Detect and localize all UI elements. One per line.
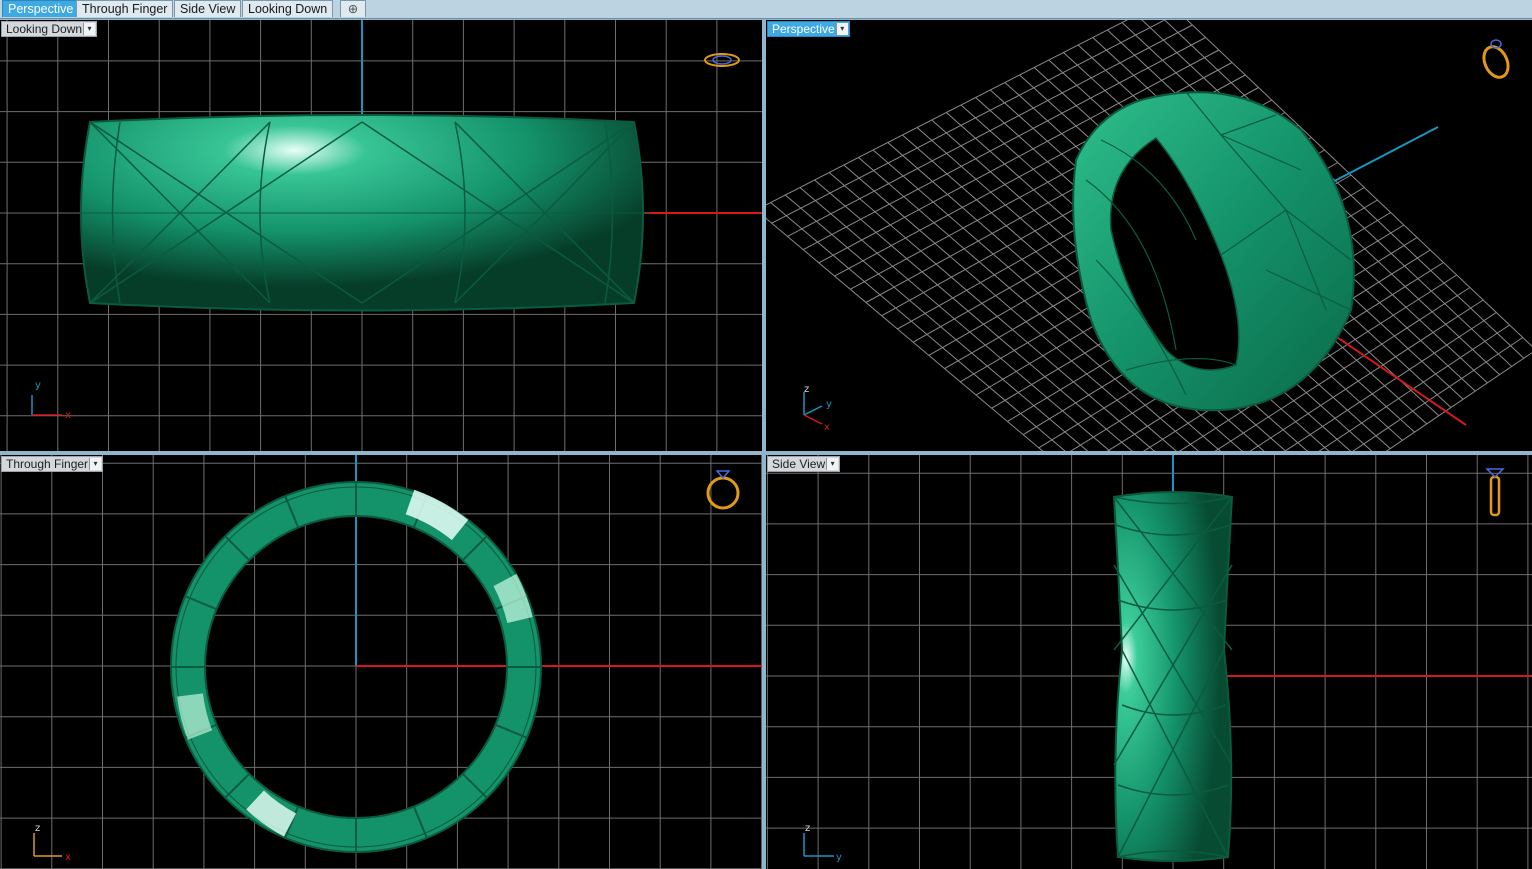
chevron-down-icon[interactable]: ▾ bbox=[89, 458, 102, 470]
chevron-down-icon[interactable]: ▾ bbox=[826, 458, 839, 470]
tab-looking-down[interactable]: Looking Down bbox=[242, 0, 334, 17]
chevron-down-icon[interactable]: ▾ bbox=[83, 23, 96, 35]
axis-label-z: z bbox=[804, 384, 809, 395]
viewport-menu-side-view[interactable]: Side View ▾ bbox=[767, 456, 841, 472]
side-view-canvas[interactable]: z y bbox=[766, 455, 1532, 869]
add-tab-button[interactable]: ⊕ bbox=[340, 0, 366, 17]
viewport-label: Through Finger bbox=[6, 457, 89, 471]
axis-label-z: z bbox=[805, 823, 810, 834]
viewport-label: Looking Down bbox=[6, 22, 83, 36]
axis-label-y: y bbox=[836, 852, 842, 863]
ring-model[interactable] bbox=[80, 114, 650, 312]
tab-through-finger[interactable]: Through Finger bbox=[76, 0, 174, 17]
axis-label-x: x bbox=[65, 852, 71, 863]
axis-triad: y x bbox=[31, 380, 71, 421]
axis-label-x: x bbox=[824, 422, 830, 433]
axis-label-y: y bbox=[826, 399, 832, 410]
viewport-perspective[interactable]: z y x Perspective ▾ bbox=[766, 20, 1532, 451]
axis-label-z: z bbox=[35, 823, 40, 834]
axis-label-y: y bbox=[35, 380, 41, 391]
perspective-canvas[interactable]: z y x bbox=[766, 20, 1532, 451]
axis-label-x: x bbox=[65, 410, 71, 421]
viewport-menu-perspective[interactable]: Perspective ▾ bbox=[767, 21, 850, 37]
viewport-label: Perspective bbox=[772, 22, 835, 36]
axis-triad: z y x bbox=[803, 384, 832, 433]
viewport-side-view[interactable]: z y Side View ▾ bbox=[766, 455, 1532, 869]
viewport-menu-through-finger[interactable]: Through Finger ▾ bbox=[1, 456, 104, 472]
viewport-menu-looking-down[interactable]: Looking Down ▾ bbox=[1, 21, 98, 37]
chevron-down-icon[interactable]: ▾ bbox=[835, 23, 848, 35]
viewport-looking-down[interactable]: y x Looking Down ▾ bbox=[0, 20, 762, 451]
ring-model[interactable] bbox=[1072, 91, 1355, 412]
axis-triad: z x bbox=[33, 823, 71, 863]
plus-icon: ⊕ bbox=[347, 2, 359, 16]
viewport-tab-bar: Perspective Through Finger Side View Loo… bbox=[0, 0, 1532, 19]
ring-front-view-icon[interactable] bbox=[706, 470, 740, 510]
ring-side-view-icon[interactable] bbox=[1485, 468, 1505, 517]
axis-triad: z y bbox=[803, 823, 842, 863]
viewport-through-finger[interactable]: z x Through Finger ▾ bbox=[0, 455, 762, 869]
tab-perspective[interactable]: Perspective bbox=[2, 0, 80, 17]
through-finger-canvas[interactable]: z x bbox=[0, 455, 762, 869]
looking-down-canvas[interactable]: y x bbox=[0, 20, 762, 451]
ring-top-view-icon[interactable] bbox=[704, 53, 740, 67]
tab-side-view[interactable]: Side View bbox=[174, 0, 242, 17]
viewport-label: Side View bbox=[772, 457, 826, 471]
ring-model[interactable] bbox=[1112, 491, 1234, 862]
ring-perspective-icon[interactable] bbox=[1479, 39, 1512, 81]
